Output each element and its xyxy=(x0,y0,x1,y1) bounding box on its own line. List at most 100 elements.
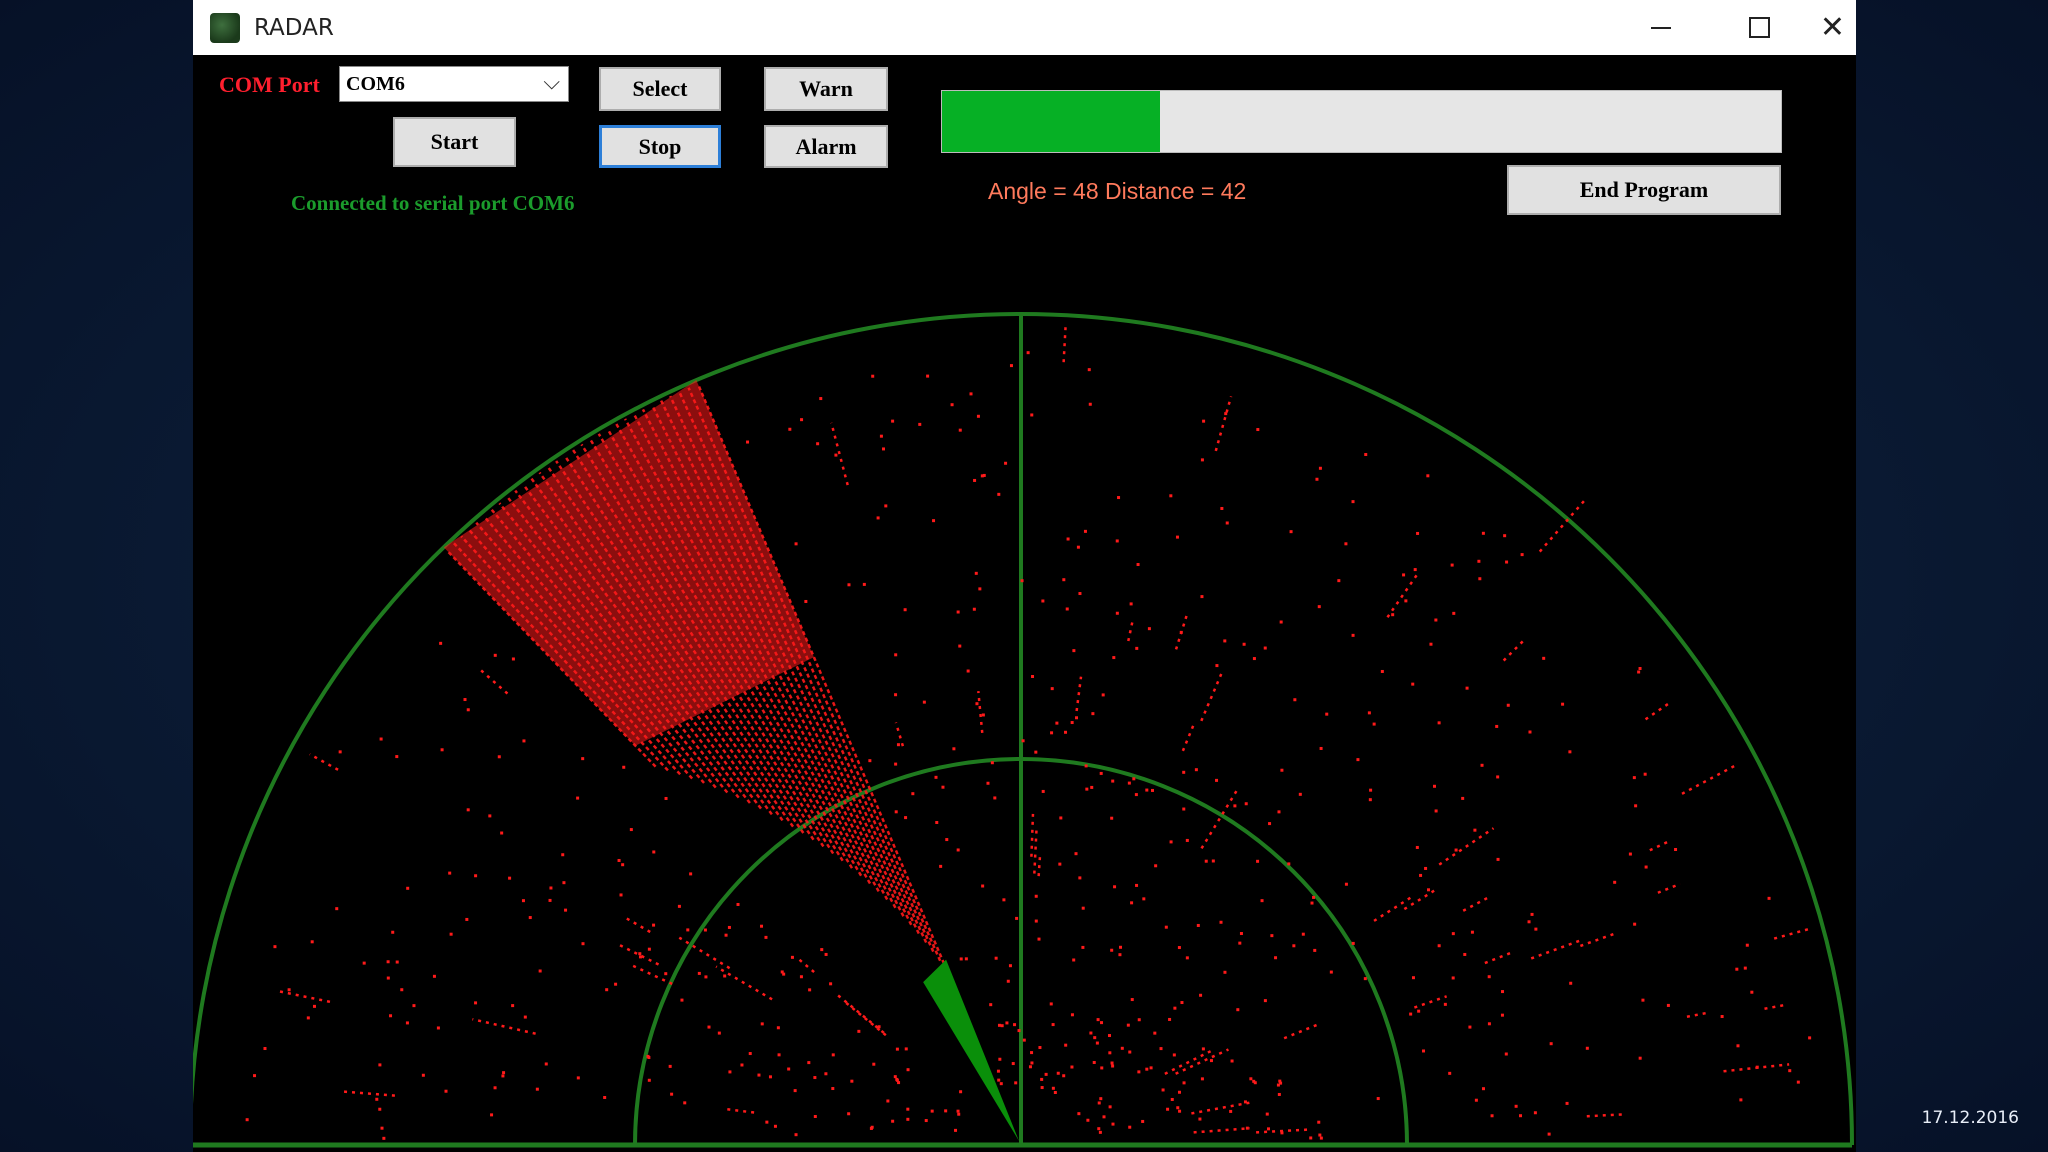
radar-echo-dot xyxy=(1542,656,1546,660)
radar-window: RADAR ✕ COM Port COM6 ⌵ Select Warn Star… xyxy=(193,0,1856,1152)
end-program-button[interactable]: End Program xyxy=(1507,165,1781,215)
radar-echo-dot xyxy=(829,982,833,986)
radar-echo-dot xyxy=(1477,559,1481,563)
radar-echo-dot xyxy=(1182,770,1186,774)
radar-echo-dot xyxy=(1720,1015,1724,1019)
radar-echo-dot xyxy=(930,1109,934,1113)
radar-echo-dot xyxy=(941,785,945,789)
radar-echo-streak xyxy=(1256,1128,1311,1134)
radar-echo-dot xyxy=(1081,906,1085,910)
radar-echo-dot xyxy=(862,582,866,586)
radar-echo-dot xyxy=(576,796,580,800)
radar-echo-dot xyxy=(1337,579,1341,583)
radar-echo-dot xyxy=(1102,1115,1106,1119)
radar-echo-dot xyxy=(1274,956,1278,960)
radar-echo-dot xyxy=(1038,1046,1042,1050)
radar-echo-dot xyxy=(1173,1006,1177,1010)
radar-echo-dot xyxy=(1088,402,1092,406)
radar-echo-streak xyxy=(1502,639,1525,662)
radar-echo-dot xyxy=(1014,1081,1018,1085)
radar-echo-dot xyxy=(581,757,585,761)
radar-echo-dot xyxy=(969,392,973,396)
radar-echo-dot xyxy=(957,1112,961,1116)
chevron-down-icon[interactable]: ⌵ xyxy=(543,70,560,95)
radar-echo-streak xyxy=(1723,1063,1790,1073)
radar-echo-dot xyxy=(1062,1074,1066,1078)
radar-echo-dot xyxy=(1533,1111,1537,1115)
radar-echo-dot xyxy=(1745,943,1749,947)
radar-echo-dot xyxy=(1113,885,1117,889)
radar-echo-streak xyxy=(1579,932,1616,948)
radar-echo-dot xyxy=(1041,789,1045,793)
radar-echo-dot xyxy=(1470,930,1474,934)
radar-echo-dot xyxy=(439,641,443,645)
radar-echo-dot xyxy=(638,952,642,956)
radar-echo-dot xyxy=(1126,1023,1130,1027)
radar-echo-dot xyxy=(1085,787,1089,791)
radar-echo-dot xyxy=(746,440,750,444)
radar-echo-dot xyxy=(1064,730,1068,734)
radar-echo-dot xyxy=(1062,578,1066,582)
radar-echo-streak xyxy=(1657,882,1681,894)
radar-echo-dot xyxy=(1369,788,1373,792)
radar-echo-dot xyxy=(1481,531,1485,535)
radar-echo-dot xyxy=(493,653,497,657)
radar-echo-dot xyxy=(973,478,977,482)
radar-echo-dot xyxy=(740,1063,744,1067)
radar-echo-dot xyxy=(1452,611,1456,615)
radar-echo-dot xyxy=(1637,670,1641,674)
radar-echo-dot xyxy=(338,750,342,754)
alarm-button[interactable]: Alarm xyxy=(764,125,888,168)
radar-echo-dot xyxy=(535,1087,539,1091)
radar-echo-dot xyxy=(1196,923,1200,927)
radar-echo-dot xyxy=(981,884,985,888)
radar-echo-dot xyxy=(1796,1080,1800,1084)
radar-echo-dot xyxy=(697,971,701,975)
radar-echo-dot xyxy=(406,886,410,890)
radar-echo-dot xyxy=(1411,976,1415,980)
radar-echo-dot xyxy=(1788,1069,1792,1073)
stop-button[interactable]: Stop xyxy=(599,125,721,168)
radar-echo-dot xyxy=(997,492,1001,496)
radar-echo-dot xyxy=(1078,876,1082,880)
radar-echo-dot xyxy=(1461,796,1465,800)
radar-echo-dot xyxy=(664,796,668,800)
radar-echo-dot xyxy=(1561,702,1565,706)
warn-button[interactable]: Warn xyxy=(764,67,888,111)
com-port-value: COM6 xyxy=(346,72,405,95)
radar-echo-dot xyxy=(548,898,552,902)
radar-echo-dot xyxy=(465,917,469,921)
start-button[interactable]: Start xyxy=(393,117,516,167)
radar-echo-dot xyxy=(1468,1025,1472,1029)
radar-echo-dot xyxy=(1168,1017,1172,1021)
radar-echo-dot xyxy=(1059,816,1063,820)
select-button[interactable]: Select xyxy=(599,67,721,111)
radar-echo-dot xyxy=(884,504,888,508)
radar-echo-dot xyxy=(1200,595,1204,599)
radar-echo-dot xyxy=(1110,816,1114,820)
radar-echo-dot xyxy=(870,1125,874,1129)
com-port-select[interactable]: COM6 ⌵ xyxy=(339,66,569,102)
radar-echo-dot xyxy=(1072,958,1076,962)
radar-echo-dot xyxy=(939,864,943,868)
radar-echo-dot xyxy=(273,945,277,949)
radar-echo-dot xyxy=(386,976,390,980)
radar-echo-dot xyxy=(799,975,803,979)
radar-echo-dot xyxy=(1268,822,1272,826)
radar-echo-dot xyxy=(724,933,728,937)
radar-echo-dot xyxy=(444,1089,448,1093)
radar-echo-dot xyxy=(1166,1107,1170,1111)
radar-echo-dot xyxy=(1169,840,1173,844)
radar-echo-dot xyxy=(1433,784,1437,788)
radar-echo-dot xyxy=(824,1072,828,1076)
radar-echo-dot xyxy=(906,1068,910,1072)
radar-echo-dot xyxy=(894,653,898,657)
radar-echo-dot xyxy=(1044,1072,1048,1076)
radar-echo-dot xyxy=(1185,956,1189,960)
radar-echo-streak xyxy=(1030,813,1035,857)
radar-echo-dot xyxy=(820,948,824,952)
radar-echo-streak xyxy=(1033,829,1038,874)
radar-echo-dot xyxy=(511,657,515,661)
radar-echo-dot xyxy=(964,957,968,961)
radar-echo-streak xyxy=(715,965,773,1001)
